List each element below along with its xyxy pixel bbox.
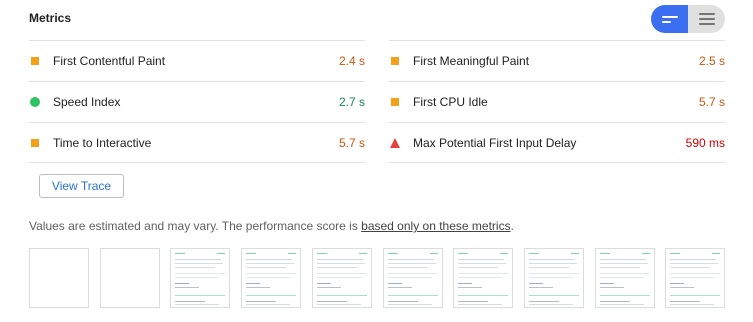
metrics-column-right: First Meaningful Paint 2.5 s First CPU I… bbox=[389, 40, 725, 163]
note-text: Values are estimated and may vary. The p… bbox=[29, 219, 362, 233]
note-suffix: . bbox=[510, 219, 514, 233]
description-view-toggle[interactable] bbox=[688, 5, 725, 33]
view-toggle[interactable] bbox=[651, 5, 725, 33]
metrics-note: Values are estimated and may vary. The p… bbox=[29, 219, 514, 233]
metric-row: First Meaningful Paint 2.5 s bbox=[389, 40, 725, 81]
metric-value: 5.7 s bbox=[338, 135, 365, 150]
metric-value: 590 ms bbox=[685, 135, 725, 150]
filmstrip-frame bbox=[383, 248, 443, 308]
average-square-icon bbox=[391, 57, 399, 65]
metric-label: First Meaningful Paint bbox=[413, 54, 530, 68]
filmstrip-frame bbox=[524, 248, 584, 308]
view-trace-button[interactable]: View Trace bbox=[39, 174, 124, 198]
filmstrip-frame bbox=[170, 248, 230, 308]
metric-row: Max Potential First Input Delay 590 ms bbox=[389, 122, 725, 163]
filmstrip-frame bbox=[241, 248, 301, 308]
metric-label: First Contentful Paint bbox=[53, 54, 166, 68]
metric-value: 5.7 s bbox=[698, 95, 725, 109]
filmstrip-frame bbox=[665, 248, 725, 308]
metric-row: First CPU Idle 5.7 s bbox=[389, 81, 725, 122]
metric-value: 2.7 s bbox=[338, 95, 365, 109]
metric-row: Speed Index 2.7 s bbox=[29, 81, 365, 122]
metrics-link[interactable]: based only on these metrics bbox=[361, 219, 510, 233]
fail-triangle-icon bbox=[390, 137, 400, 148]
average-square-icon bbox=[31, 57, 39, 65]
filmstrip-frame bbox=[100, 248, 160, 308]
long-lines-icon bbox=[698, 13, 715, 25]
metrics-title: Metrics bbox=[29, 11, 72, 25]
metric-row: First Contentful Paint 2.4 s bbox=[29, 40, 365, 81]
opportunity-view-toggle[interactable] bbox=[651, 5, 688, 33]
metric-label: First CPU Idle bbox=[413, 95, 488, 109]
metric-value: 2.4 s bbox=[338, 54, 365, 68]
filmstrip-frame bbox=[312, 248, 372, 308]
metric-label: Time to Interactive bbox=[53, 135, 152, 150]
average-square-icon bbox=[391, 98, 399, 106]
metric-label: Max Potential First Input Delay bbox=[413, 135, 577, 150]
filmstrip-frame bbox=[595, 248, 655, 308]
pass-circle-icon bbox=[30, 97, 40, 107]
average-square-icon bbox=[31, 138, 39, 147]
metric-label: Speed Index bbox=[53, 95, 121, 109]
short-lines-icon bbox=[661, 15, 678, 23]
metrics-column-left: First Contentful Paint 2.4 s Speed Index… bbox=[29, 40, 365, 163]
filmstrip-frame bbox=[453, 248, 513, 308]
filmstrip-frame bbox=[29, 248, 89, 308]
metric-row: Time to Interactive 5.7 s bbox=[29, 122, 365, 163]
metric-value: 2.5 s bbox=[698, 54, 725, 68]
